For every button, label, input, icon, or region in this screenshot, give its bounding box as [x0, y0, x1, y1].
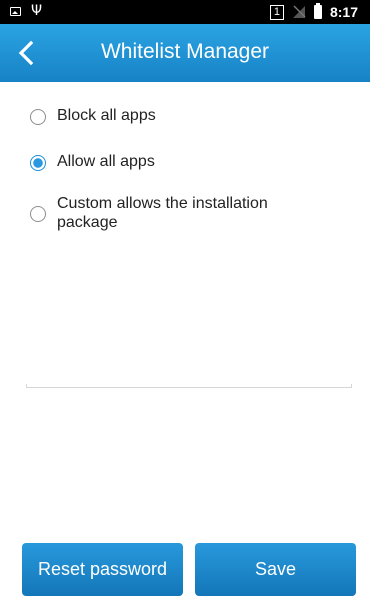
radio-allow-all[interactable]	[30, 155, 46, 171]
option-label: Allow all apps	[57, 153, 155, 170]
reset-password-button[interactable]: Reset password	[22, 543, 183, 596]
image-icon	[10, 6, 21, 16]
signal-off-icon	[292, 5, 306, 18]
clock: 8:17	[329, 4, 358, 20]
package-input-underline[interactable]	[26, 384, 352, 388]
option-label: Custom allows the installation package	[57, 195, 268, 231]
sim-badge-icon: 1	[269, 4, 284, 20]
option-allow-all[interactable]: Allow all apps	[0, 152, 155, 171]
status-left: Ψ	[10, 4, 42, 18]
radio-custom[interactable]	[30, 206, 46, 222]
save-button[interactable]: Save	[195, 543, 356, 596]
title-bar: Whitelist Manager	[0, 24, 370, 82]
page-title: Whitelist Manager	[100, 40, 270, 63]
battery-icon	[313, 3, 322, 19]
option-custom[interactable]: Custom allows the installation package	[0, 194, 317, 232]
option-block-all[interactable]: Block all apps	[0, 106, 156, 125]
option-label: Block all apps	[57, 107, 156, 124]
status-right: 1 8:17	[269, 3, 358, 21]
usb-icon: Ψ	[31, 3, 43, 19]
radio-block-all[interactable]	[30, 109, 46, 125]
status-bar: Ψ 1 8:17	[0, 0, 370, 24]
